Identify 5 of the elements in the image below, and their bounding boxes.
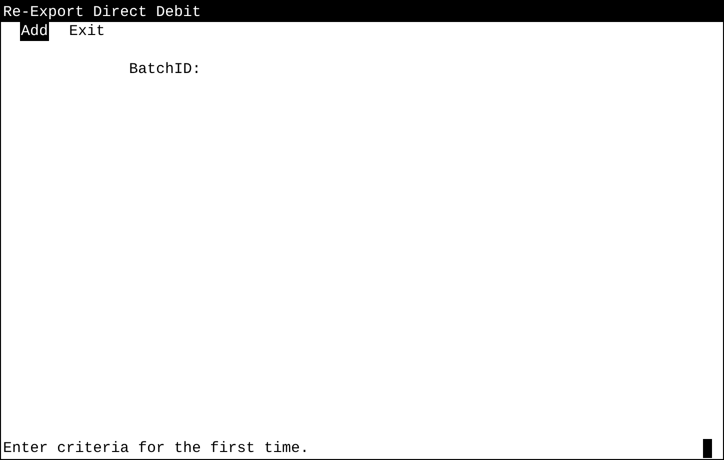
menu-item[interactable]: Exit	[68, 22, 106, 41]
field-label: BatchID:	[129, 60, 202, 79]
menu-item[interactable]: Add	[20, 22, 50, 41]
status-message: Enter criteria for the first time.	[3, 439, 310, 458]
window-title: Re-Export Direct Debit	[1, 1, 723, 22]
